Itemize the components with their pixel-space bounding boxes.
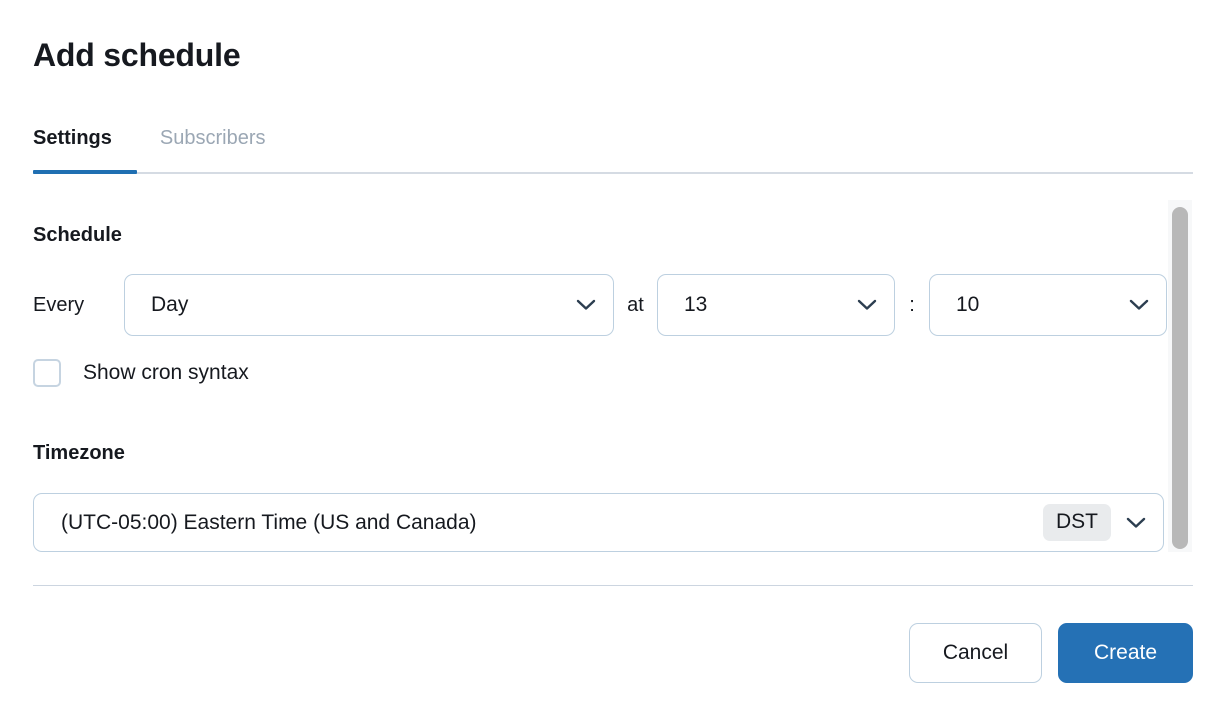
- hour-select[interactable]: 13: [657, 274, 895, 336]
- frequency-select[interactable]: Day: [124, 274, 614, 336]
- show-cron-syntax-row[interactable]: Show cron syntax: [33, 358, 249, 388]
- create-button[interactable]: Create: [1058, 623, 1193, 683]
- dialog-body: Schedule Every Day at 13: 10 Show cron …: [0, 196, 1226, 568]
- tab-bar: Settings Subscribers: [33, 124, 1193, 174]
- timezone-section-heading: Timezone: [33, 442, 125, 464]
- tab-active-indicator: [33, 170, 137, 174]
- at-label: at: [627, 294, 644, 316]
- schedule-row: Every Day at 13 : 10: [33, 274, 1167, 336]
- scrollbar-thumb[interactable]: [1172, 207, 1188, 549]
- minute-select-value: 10: [956, 293, 980, 316]
- timezone-select-value: (UTC-05:00) Eastern Time (US and Canada): [61, 510, 477, 534]
- frequency-select-value: Day: [151, 293, 189, 316]
- add-schedule-dialog: Add schedule Settings Subscribers Schedu…: [0, 0, 1226, 710]
- show-cron-syntax-checkbox[interactable]: [33, 359, 61, 387]
- tab-subscribers[interactable]: Subscribers: [136, 124, 266, 162]
- every-label: Every: [33, 294, 85, 316]
- cancel-button[interactable]: Cancel: [909, 623, 1042, 683]
- chevron-down-icon: [567, 299, 605, 311]
- tab-settings[interactable]: Settings: [33, 124, 136, 162]
- time-separator-label: :: [909, 294, 915, 316]
- chevron-down-icon: [1117, 517, 1155, 529]
- page-title: Add schedule: [33, 37, 241, 73]
- minute-select[interactable]: 10: [929, 274, 1167, 336]
- footer-divider: [33, 585, 1193, 586]
- chevron-down-icon: [848, 299, 886, 311]
- tab-baseline: [33, 172, 1193, 174]
- schedule-section-heading: Schedule: [33, 224, 122, 246]
- timezone-select[interactable]: (UTC-05:00) Eastern Time (US and Canada)…: [33, 493, 1164, 552]
- chevron-down-icon: [1120, 299, 1158, 311]
- hour-select-value: 13: [684, 293, 708, 316]
- dialog-footer: Cancel Create: [0, 620, 1193, 686]
- dst-badge: DST: [1043, 504, 1111, 541]
- show-cron-syntax-label: Show cron syntax: [83, 361, 249, 384]
